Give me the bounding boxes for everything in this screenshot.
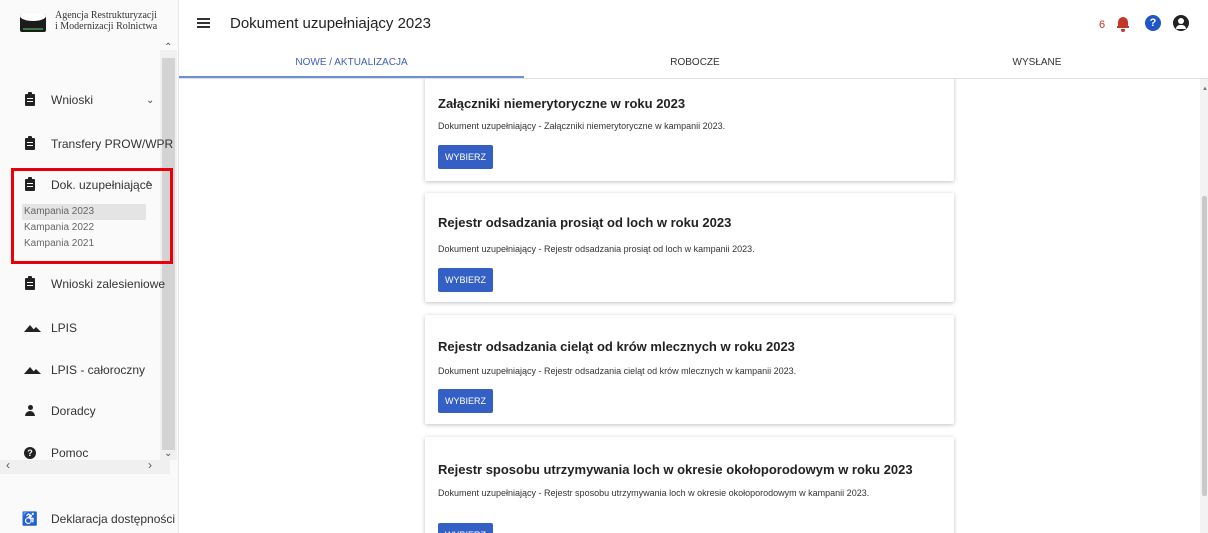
card-title: Rejestr sposobu utrzymywania loch w okre… bbox=[438, 462, 913, 477]
sidebar-item-label: Pomoc bbox=[51, 446, 89, 460]
highlight-annotation bbox=[11, 168, 173, 264]
menu-icon[interactable] bbox=[197, 18, 210, 28]
wybierz-button[interactable]: WYBIERZ bbox=[438, 389, 494, 413]
document-card: Rejestr sposobu utrzymywania loch w okre… bbox=[425, 437, 954, 533]
user-icon[interactable] bbox=[1173, 15, 1189, 31]
document-card: Załączniki niemerytoryczne w roku 2023 D… bbox=[425, 79, 954, 181]
card-description: Dokument uzupełniający - Rejestr sposobu… bbox=[438, 488, 870, 498]
brand-line-1: Agencja Restrukturyzacji bbox=[55, 10, 157, 21]
mountain-icon bbox=[24, 321, 41, 335]
document-card: Rejestr odsadzania prosiąt od loch w rok… bbox=[425, 193, 954, 302]
sidebar-item-lpis-caloroczny[interactable]: LPIS - całoroczny bbox=[0, 358, 160, 382]
clipboard-icon bbox=[24, 276, 36, 291]
sidebar: Agencja Restrukturyzacji i Modernizacji … bbox=[0, 0, 179, 533]
arimr-logo bbox=[20, 14, 46, 32]
bell-icon[interactable] bbox=[1117, 16, 1129, 32]
tab-wyslane[interactable]: WYSŁANE bbox=[866, 52, 1208, 78]
card-description: Dokument uzupełniający - Rejestr odsadza… bbox=[438, 244, 755, 254]
card-description: Dokument uzupełniający - Rejestr odsadza… bbox=[438, 366, 797, 376]
sidebar-item-deklaracja-dostepnosci[interactable]: ♿ Deklaracja dostępności bbox=[0, 507, 175, 531]
brand[interactable]: Agencja Restrukturyzacji i Modernizacji … bbox=[0, 0, 178, 52]
page-title: Dokument uzupełniający 2023 bbox=[230, 15, 431, 32]
scroll-down-icon[interactable]: ⌄ bbox=[164, 448, 172, 459]
help-icon: ? bbox=[24, 446, 36, 460]
sidebar-item-label: Transfery PROW/WPR bbox=[51, 137, 174, 151]
accessibility-icon: ♿ bbox=[21, 511, 39, 526]
clipboard-icon bbox=[24, 136, 36, 151]
scroll-up-icon[interactable]: ▲ bbox=[1202, 86, 1208, 92]
sidebar-item-label: Wnioski bbox=[51, 93, 94, 107]
sidebar-item-label: LPIS - całoroczny bbox=[51, 363, 146, 377]
document-card: Rejestr odsadzania cieląt od krów mleczn… bbox=[425, 315, 954, 424]
sidebar-item-doradcy[interactable]: Doradcy bbox=[0, 399, 160, 423]
mountain-icon bbox=[24, 363, 41, 377]
clipboard-icon bbox=[24, 92, 36, 107]
scroll-up-icon[interactable]: ⌃ bbox=[164, 42, 172, 53]
tab-robocze[interactable]: ROBOCZE bbox=[524, 52, 866, 78]
sidebar-item-transfery[interactable]: Transfery PROW/WPR bbox=[0, 132, 173, 156]
sidebar-item-label: Doradcy bbox=[51, 404, 96, 418]
help-icon[interactable]: ? bbox=[1145, 15, 1161, 31]
card-title: Załączniki niemerytoryczne w roku 2023 bbox=[438, 96, 686, 111]
person-icon bbox=[24, 404, 36, 418]
main-scrollbar-thumb[interactable] bbox=[1202, 196, 1207, 496]
content-area: Załączniki niemerytoryczne w roku 2023 D… bbox=[179, 79, 1199, 533]
sidebar-item-label: LPIS bbox=[51, 321, 78, 335]
active-tab-indicator bbox=[179, 76, 524, 78]
sidebar-item-wnioski-zalesieniowe[interactable]: Wnioski zalesieniowe bbox=[0, 272, 165, 296]
sidebar-item-lpis[interactable]: LPIS bbox=[0, 316, 160, 340]
sidebar-item-label: Deklaracja dostępności bbox=[51, 512, 176, 526]
brand-line-2: i Modernizacji Rolnictwa bbox=[55, 21, 158, 32]
chevron-down-icon: ⌄ bbox=[146, 94, 155, 106]
wybierz-button[interactable]: WYBIERZ bbox=[438, 145, 494, 169]
card-title: Rejestr odsadzania cieląt od krów mleczn… bbox=[438, 339, 795, 354]
sidebar-item-label: Wnioski zalesieniowe bbox=[51, 277, 166, 291]
card-title: Rejestr odsadzania prosiąt od loch w rok… bbox=[438, 215, 732, 230]
top-bar: Dokument uzupełniający 2023 6 ? bbox=[179, 0, 1208, 52]
wybierz-button[interactable]: WYBIERZ bbox=[438, 268, 494, 292]
tab-bar: NOWE / AKTUALIZACJA ROBOCZE WYSŁANE bbox=[179, 52, 1208, 79]
sidebar-item-wnioski[interactable]: Wnioski ⌄ bbox=[0, 88, 160, 112]
brand-name: Agencja Restrukturyzacji i Modernizacji … bbox=[55, 10, 157, 32]
card-description: Dokument uzupełniający - Załączniki niem… bbox=[438, 121, 726, 131]
notification-count: 6 bbox=[1099, 19, 1106, 31]
sidebar-item-pomoc[interactable]: ? Pomoc bbox=[0, 441, 160, 465]
tab-nowe-aktualizacja[interactable]: NOWE / AKTUALIZACJA bbox=[179, 52, 524, 78]
wybierz-button[interactable]: WYBIERZ bbox=[438, 523, 494, 533]
